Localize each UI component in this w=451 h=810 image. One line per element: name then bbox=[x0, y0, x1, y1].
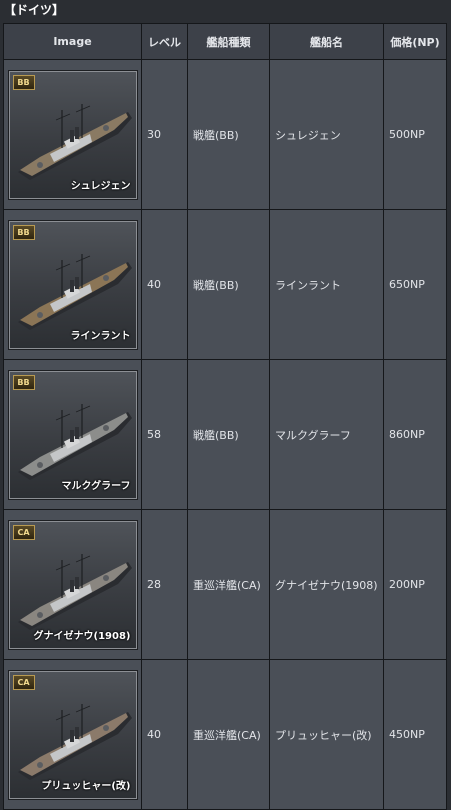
section-title: 【ドイツ】 bbox=[4, 3, 65, 17]
ship-caption: グナイゼナウ(1908) bbox=[33, 630, 131, 642]
table-header-row: Image レベル 艦船種類 艦船名 価格(NP) bbox=[3, 23, 447, 60]
header-price: 価格(NP) bbox=[383, 23, 447, 60]
ship-level: 58 bbox=[141, 359, 188, 510]
ship-type: 戦艦(BB) bbox=[187, 359, 270, 510]
ship-image-cell: CA プリュッヒャー(改) bbox=[3, 659, 142, 810]
ship-level: 30 bbox=[141, 59, 188, 210]
ship-type: 戦艦(BB) bbox=[187, 59, 270, 210]
ship-image-cell: CA グナイゼナウ(1908) bbox=[3, 509, 142, 660]
table-row: BB シュレジェン 30 戦艦(BB) シュレジェン 500NP bbox=[3, 59, 447, 210]
ship-level: 40 bbox=[141, 209, 188, 360]
ship-card[interactable]: BB マルクグラーフ bbox=[8, 370, 137, 499]
ship-image-cell: BB シュレジェン bbox=[3, 59, 142, 210]
header-name: 艦船名 bbox=[269, 23, 384, 60]
ship-card[interactable]: BB シュレジェン bbox=[8, 70, 137, 199]
ship-price: 450NP bbox=[383, 659, 447, 810]
ship-caption: プリュッヒャー(改) bbox=[41, 780, 131, 792]
ship-card[interactable]: BB ラインラント bbox=[8, 220, 137, 349]
ship-level: 40 bbox=[141, 659, 188, 810]
ship-price: 200NP bbox=[383, 509, 447, 660]
header-level: レベル bbox=[141, 23, 188, 60]
ship-image-cell: BB ラインラント bbox=[3, 209, 142, 360]
ship-caption: マルクグラーフ bbox=[61, 480, 131, 492]
ship-class-badge: BB bbox=[12, 224, 35, 240]
ship-class-badge: BB bbox=[12, 74, 35, 90]
ship-name: ラインラント bbox=[269, 209, 384, 360]
ship-type: 重巡洋艦(CA) bbox=[187, 659, 270, 810]
ship-card[interactable]: CA グナイゼナウ(1908) bbox=[8, 520, 137, 649]
header-type: 艦船種類 bbox=[187, 23, 270, 60]
ship-price: 500NP bbox=[383, 59, 447, 210]
ship-type: 重巡洋艦(CA) bbox=[187, 509, 270, 660]
ship-type: 戦艦(BB) bbox=[187, 209, 270, 360]
ship-caption: ラインラント bbox=[70, 330, 131, 342]
ship-name: シュレジェン bbox=[269, 59, 384, 210]
ship-caption: シュレジェン bbox=[70, 180, 131, 192]
table-row: BB マルクグラーフ 58 戦艦(BB) マルクグラーフ 860NP bbox=[3, 359, 447, 510]
ship-level: 28 bbox=[141, 509, 188, 660]
ship-price-table: Image レベル 艦船種類 艦船名 価格(NP) BB シュレジェン 30 戦艦(B… bbox=[3, 23, 447, 810]
ship-price: 650NP bbox=[383, 209, 447, 360]
ship-class-badge: CA bbox=[12, 524, 35, 540]
table-row: CA プリュッヒャー(改) 40 重巡洋艦(CA) プリュッヒャー(改) 450NP bbox=[3, 659, 447, 810]
header-image: Image bbox=[3, 23, 142, 60]
ship-class-badge: BB bbox=[12, 374, 35, 390]
ship-card[interactable]: CA プリュッヒャー(改) bbox=[8, 670, 137, 799]
ship-name: プリュッヒャー(改) bbox=[269, 659, 384, 810]
table-row: CA グナイゼナウ(1908) 28 重巡洋艦(CA) グナイゼナウ(1908) 200N… bbox=[3, 509, 447, 660]
ship-name: グナイゼナウ(1908) bbox=[269, 509, 384, 660]
ship-price: 860NP bbox=[383, 359, 447, 510]
ship-image-cell: BB マルクグラーフ bbox=[3, 359, 142, 510]
ship-name: マルクグラーフ bbox=[269, 359, 384, 510]
ship-class-badge: CA bbox=[12, 674, 35, 690]
table-row: BB ラインラント 40 戦艦(BB) ラインラント 650NP bbox=[3, 209, 447, 360]
